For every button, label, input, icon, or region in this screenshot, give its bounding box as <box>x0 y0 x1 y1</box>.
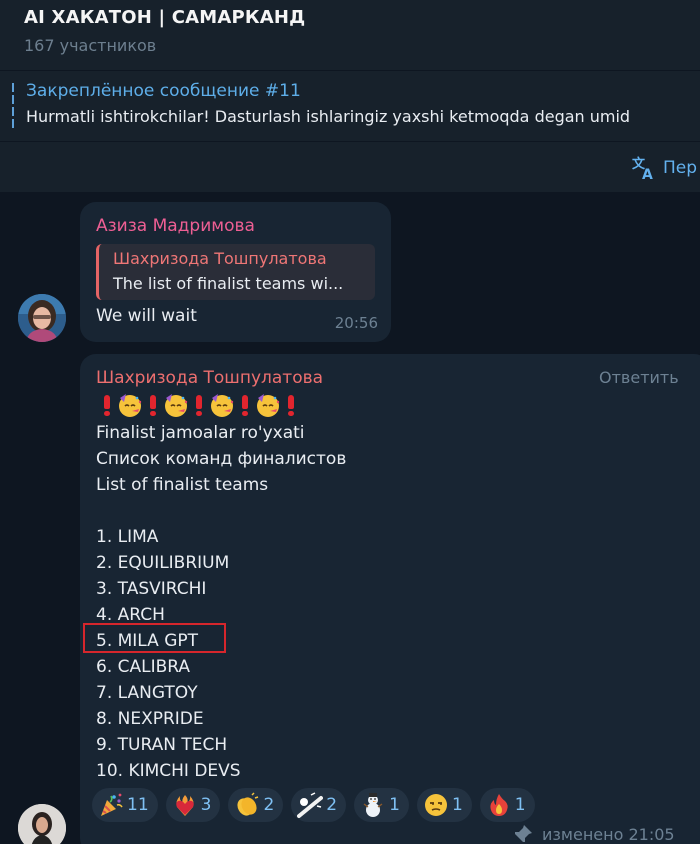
reply-quote[interactable]: Шахризода Тошпулатова The list of finali… <box>96 244 375 300</box>
exclamation-icon <box>190 393 208 417</box>
message-text: Finalist jamoalar ro'yxati Список команд… <box>96 420 346 784</box>
svg-text:A: A <box>642 167 653 181</box>
party-popper-icon <box>101 793 123 816</box>
sender-name[interactable]: Шахризода Тошпулатова <box>96 368 323 388</box>
message-bubble[interactable]: Шахризода Тошпулатова Ответить Finalist … <box>80 354 700 844</box>
reaction-count: 2 <box>326 795 338 815</box>
reaction-count: 3 <box>200 795 212 815</box>
user-photo-icon <box>18 804 66 844</box>
reaction-heart-on-fire[interactable]: 3 <box>165 788 221 822</box>
partying-face-icon <box>257 394 280 417</box>
partying-face-icon <box>211 394 234 417</box>
pinned-indicator <box>12 83 14 129</box>
chat-header[interactable]: AI ХАКАТОН | САМАРКАНД 167 участников <box>0 0 700 70</box>
cue-ball-icon <box>297 792 324 818</box>
pinned-title: Закреплённое сообщение #11 <box>26 81 301 101</box>
partying-face-icon <box>119 394 142 417</box>
reaction-snowman[interactable]: 1 <box>354 788 409 822</box>
message-time: 20:56 <box>334 314 378 332</box>
team-item: 2. EQUILIBRIUM <box>96 553 230 573</box>
avatar[interactable] <box>18 804 66 844</box>
message-bubble[interactable]: Азиза Мадримова Шахризода Тошпулатова Th… <box>80 202 391 342</box>
unamused-face-icon <box>424 794 447 816</box>
reaction-count: 2 <box>263 795 275 815</box>
text-line <box>96 498 346 524</box>
team-item: 5. MILA GPT <box>96 631 199 651</box>
reaction-fire[interactable]: 1 <box>479 788 535 822</box>
reactions-bar: 11 3 2 2 1 1 1 <box>92 788 535 822</box>
reaction-count: 1 <box>389 795 400 815</box>
team-item: 6. CALIBRA <box>96 657 191 677</box>
quote-author: Шахризода Тошпулатова <box>113 249 327 268</box>
reaction-party-popper[interactable]: 11 <box>92 788 158 822</box>
chat-title: AI ХАКАТОН | САМАРКАНД <box>24 7 306 28</box>
exclamation-icon <box>236 393 254 417</box>
emoji-line <box>98 392 300 418</box>
pinned-message-bar[interactable]: Закреплённое сообщение #11 Hurmatli isht… <box>0 71 700 141</box>
exclamation-icon <box>144 393 162 417</box>
pinned-text: Hurmatli ishtirokchilar! Dasturlash ishl… <box>26 107 631 126</box>
translate-bar: 文 A Пер <box>0 142 700 192</box>
message-text: We will wait <box>96 306 197 326</box>
text-line: List of finalist teams <box>96 475 269 495</box>
reaction-unamused-face[interactable]: 1 <box>416 788 472 822</box>
heart-on-fire-icon <box>175 795 194 816</box>
edited-time: изменено 21:05 <box>542 824 675 844</box>
team-item: 1. LIMA <box>96 527 159 547</box>
reaction-count: 1 <box>451 795 463 815</box>
message-meta: изменено 21:05 <box>512 823 675 844</box>
translate-icon: 文 A <box>632 156 653 181</box>
team-item: 8. NEXPRIDE <box>96 709 204 729</box>
member-count: 167 участников <box>24 36 157 55</box>
exclamation-icon <box>282 393 300 417</box>
team-item: 7. LANGTOY <box>96 683 198 703</box>
user-photo-icon <box>18 294 66 342</box>
text-line: Список команд финалистов <box>96 449 347 469</box>
team-item: 9. TURAN TECH <box>96 735 228 755</box>
team-item: 3. TASVIRCHI <box>96 579 207 599</box>
sender-name[interactable]: Азиза Мадримова <box>96 216 255 236</box>
avatar[interactable] <box>18 294 66 342</box>
translate-button[interactable]: 文 A Пер <box>631 154 697 182</box>
team-item: 10. KIMCHI DEVS <box>96 761 241 781</box>
text-line: Finalist jamoalar ro'yxati <box>96 423 305 443</box>
reaction-count: 1 <box>514 795 526 815</box>
reply-button[interactable]: Ответить <box>599 368 679 387</box>
clapping-hands-icon <box>237 792 259 816</box>
reaction-count: 11 <box>127 795 149 815</box>
fire-icon <box>490 794 508 816</box>
pin-icon <box>514 825 532 843</box>
team-item: 4. ARCH <box>96 605 165 625</box>
translate-label: Пер <box>663 158 698 178</box>
quote-text: The list of finalist teams wi... <box>113 274 344 293</box>
exclamation-icon <box>98 393 116 417</box>
partying-face-icon <box>165 394 188 417</box>
snowman-icon <box>363 793 383 817</box>
reaction-cue-ball[interactable]: 2 <box>291 788 347 822</box>
reaction-clapping-hands[interactable]: 2 <box>228 788 284 822</box>
